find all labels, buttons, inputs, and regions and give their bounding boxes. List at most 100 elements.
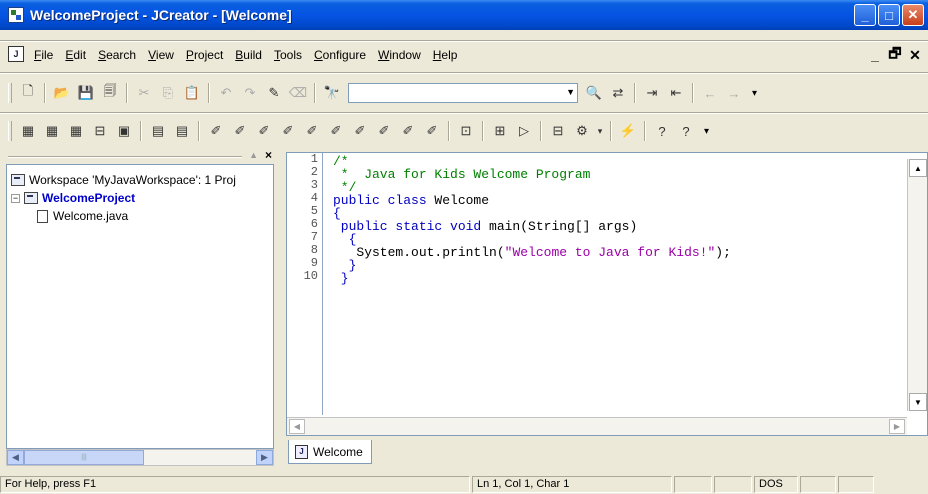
unindent-icon[interactable]: ⇤ xyxy=(666,83,686,103)
menu-help[interactable]: Help xyxy=(427,48,464,62)
find-in-files-icon[interactable]: 🔍 xyxy=(584,83,604,103)
editor-vertical-scrollbar[interactable]: ▲ ▼ xyxy=(907,159,927,411)
workspace-horizontal-scrollbar[interactable]: ◀ ||| ▶ xyxy=(6,449,274,466)
stop-icon[interactable]: ⚡ xyxy=(618,121,638,141)
menu-search[interactable]: Search xyxy=(92,48,142,62)
code-token: * Java for Kids Welcome Program xyxy=(333,167,591,182)
scroll-down-icon[interactable]: ▼ xyxy=(909,393,927,411)
code-line[interactable]: } xyxy=(333,259,731,272)
paste-icon[interactable]: 📋 xyxy=(182,83,202,103)
cut-icon[interactable]: ✂ xyxy=(134,83,154,103)
menubar-top-divider xyxy=(0,40,928,42)
scroll-right-icon[interactable]: ▶ xyxy=(889,419,905,434)
code-area[interactable]: /* * Java for Kids Welcome Program */pub… xyxy=(333,155,731,285)
document-close-button[interactable]: ✕ xyxy=(906,46,924,64)
build-project-icon[interactable]: ⊞ xyxy=(490,121,510,141)
scroll-right-icon[interactable]: ▶ xyxy=(256,450,273,465)
user-tool-2-icon[interactable]: ✐ xyxy=(230,121,250,141)
user-tool-3-icon[interactable]: ✐ xyxy=(254,121,274,141)
window-maximize-button[interactable]: □ xyxy=(878,4,900,26)
execute-project-icon[interactable]: ▷ xyxy=(514,121,534,141)
code-editor[interactable]: 1 2 3 4 5 6 7 8 9 10 /* * Java for Kids Welcome P… xyxy=(286,152,928,436)
redo-icon[interactable]: ↷ xyxy=(240,83,260,103)
code-line[interactable]: * Java for Kids Welcome Program xyxy=(333,168,731,181)
debug-options-icon[interactable]: ⚙ xyxy=(572,121,592,141)
task-list-icon[interactable]: ▣ xyxy=(114,121,134,141)
close-icon[interactable]: × xyxy=(265,148,272,162)
user-tool-5-icon[interactable]: ✐ xyxy=(302,121,322,141)
toolbar-separator xyxy=(644,121,646,141)
scroll-left-icon[interactable]: ◀ xyxy=(289,419,305,434)
window-close-button[interactable]: ✕ xyxy=(902,4,924,26)
user-tool-9-icon[interactable]: ✐ xyxy=(398,121,418,141)
replace-icon[interactable]: ⇄ xyxy=(608,83,628,103)
window-minimize-button[interactable]: _ xyxy=(854,4,876,26)
member-view-icon[interactable]: ▤ xyxy=(172,121,192,141)
open-folder-icon[interactable]: 📂 xyxy=(52,83,72,103)
toolbar-separator xyxy=(44,83,46,103)
chevron-down-icon[interactable]: ▾ xyxy=(596,121,604,141)
find-combo-box[interactable]: ▼ xyxy=(348,83,578,103)
line-number: 10 xyxy=(303,269,318,283)
pin-icon[interactable]: ▲ xyxy=(249,150,258,160)
indent-icon[interactable]: ⇥ xyxy=(642,83,662,103)
scroll-left-icon[interactable]: ◀ xyxy=(7,450,24,465)
compile-file-icon[interactable]: ⊡ xyxy=(456,121,476,141)
toolbar-grip[interactable] xyxy=(8,121,12,141)
tree-item-project[interactable]: − WelcomeProject xyxy=(11,189,269,207)
save-all-icon[interactable]: 🗐 xyxy=(100,83,120,103)
code-line[interactable]: System.out.println("Welcome to Java for … xyxy=(333,246,731,259)
copy-icon[interactable]: ⎘ xyxy=(158,83,178,103)
menu-view[interactable]: View xyxy=(142,48,180,62)
menu-tools[interactable]: Tools xyxy=(268,48,308,62)
toolbar-overflow-icon[interactable]: ▾ xyxy=(752,88,757,99)
new-file-icon[interactable]: 🗋 xyxy=(18,83,38,103)
undo-icon[interactable]: ↶ xyxy=(216,83,236,103)
scrollbar-thumb[interactable]: ||| xyxy=(24,450,144,465)
code-token: public class xyxy=(333,193,435,208)
help-icon[interactable]: ? xyxy=(652,121,672,141)
tree-item-file[interactable]: Welcome.java xyxy=(11,207,269,225)
user-tool-10-icon[interactable]: ✐ xyxy=(422,121,442,141)
navigate-back-icon[interactable]: ← xyxy=(700,83,720,103)
toggle-bookmark-icon[interactable]: ✎ xyxy=(264,83,284,103)
toolbar-grip[interactable] xyxy=(8,83,12,103)
menu-file[interactable]: File xyxy=(28,48,59,62)
context-help-icon[interactable]: ? xyxy=(676,121,696,141)
document-minimize-button[interactable]: _ xyxy=(866,46,884,64)
workspace-view-icon[interactable]: ▦ xyxy=(18,121,38,141)
navigate-forward-icon[interactable]: → xyxy=(724,83,744,103)
class-view-icon[interactable]: ▤ xyxy=(148,121,168,141)
jcreator-app-icon[interactable] xyxy=(8,7,24,23)
find-binoculars-icon[interactable]: 🔭 xyxy=(322,83,342,103)
code-line[interactable]: public class Welcome xyxy=(333,194,731,207)
menu-window[interactable]: Window xyxy=(372,48,427,62)
tab-welcome[interactable]: J Welcome xyxy=(288,440,372,464)
collapse-icon[interactable]: − xyxy=(11,193,20,203)
scroll-up-icon[interactable]: ▲ xyxy=(909,159,927,177)
data-view-icon[interactable]: ▦ xyxy=(66,121,86,141)
user-tool-7-icon[interactable]: ✐ xyxy=(350,121,370,141)
user-tool-1-icon[interactable]: ✐ xyxy=(206,121,226,141)
user-tool-4-icon[interactable]: ✐ xyxy=(278,121,298,141)
clear-bookmarks-icon[interactable]: ⌫ xyxy=(288,83,308,103)
code-line[interactable]: public static void main(String[] args) xyxy=(333,220,731,233)
code-line[interactable]: } xyxy=(333,272,731,285)
menu-build[interactable]: Build xyxy=(229,48,268,62)
package-view-icon[interactable]: ▦ xyxy=(42,121,62,141)
menu-edit[interactable]: Edit xyxy=(59,48,92,62)
menu-project[interactable]: Project xyxy=(180,48,229,62)
document-restore-button[interactable]: 🗗 xyxy=(886,45,904,64)
chevron-down-icon[interactable]: ▼ xyxy=(566,87,575,97)
output-pane-icon[interactable]: ⊟ xyxy=(90,121,110,141)
toolbar-overflow-icon[interactable]: ▾ xyxy=(704,126,709,137)
debug-icon[interactable]: ⊟ xyxy=(548,121,568,141)
save-icon[interactable]: 💾 xyxy=(76,83,96,103)
workspace-label: Workspace 'MyJavaWorkspace': 1 Proj xyxy=(29,173,236,187)
user-tool-8-icon[interactable]: ✐ xyxy=(374,121,394,141)
editor-horizontal-scrollbar[interactable]: ◀ ▶ xyxy=(287,417,907,435)
document-system-menu-icon[interactable]: J xyxy=(8,46,24,62)
user-tool-6-icon[interactable]: ✐ xyxy=(326,121,346,141)
menu-configure[interactable]: Configure xyxy=(308,48,372,62)
tree-item-workspace[interactable]: Workspace 'MyJavaWorkspace': 1 Proj xyxy=(11,171,269,189)
